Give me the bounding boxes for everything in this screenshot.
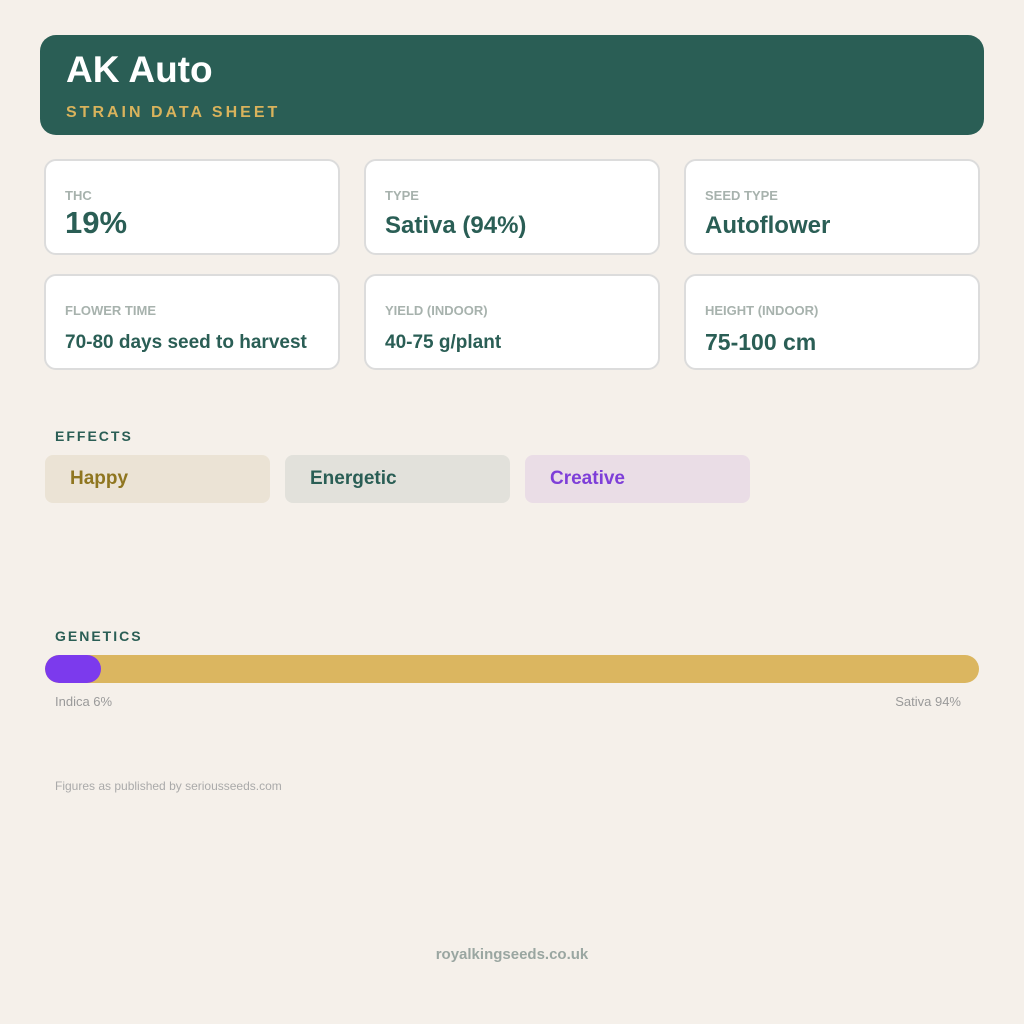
stat-card-type: TYPE Sativa (94%) xyxy=(364,159,660,255)
genetics-heading: GENETICS xyxy=(55,628,143,644)
effect-chip-creative: Creative xyxy=(525,455,750,503)
genetics-bar xyxy=(45,655,979,683)
indica-bar-segment xyxy=(45,655,102,683)
stat-value: Autoflower xyxy=(705,212,831,239)
stat-label: FLOWER TIME xyxy=(65,303,156,318)
stat-label: YIELD (INDOOR) xyxy=(385,303,488,318)
sheet-subtitle: STRAIN DATA SHEET xyxy=(66,104,281,121)
stat-card-height: HEIGHT (INDOOR) 75-100 cm xyxy=(684,274,980,370)
source-note: Figures as published by seriousseeds.com xyxy=(55,779,282,793)
indica-caption: Indica 6% xyxy=(55,694,113,709)
footer-site: royalkingseeds.co.uk xyxy=(435,946,589,963)
stat-label: SEED TYPE xyxy=(705,188,778,203)
stat-value: 70-80 days seed to harvest xyxy=(65,332,307,353)
stat-card-flower-time: FLOWER TIME 70-80 days seed to harvest xyxy=(44,274,340,370)
stat-label: HEIGHT (INDOOR) xyxy=(705,303,819,318)
header-banner: AK Auto STRAIN DATA SHEET xyxy=(40,35,984,135)
stat-value: Sativa (94%) xyxy=(385,212,527,239)
stat-label: THC xyxy=(65,188,92,203)
stat-card-thc: THC 19% xyxy=(44,159,340,255)
stat-label: TYPE xyxy=(385,188,419,203)
stat-value: 19% xyxy=(65,205,128,240)
effect-chip-energetic: Energetic xyxy=(285,455,510,503)
effects-heading: EFFECTS xyxy=(55,428,133,444)
sativa-caption: Sativa 94% xyxy=(895,694,961,709)
effect-chip-happy: Happy xyxy=(45,455,270,503)
stat-card-yield: YIELD (INDOOR) 40-75 g/plant xyxy=(364,274,660,370)
stat-card-seed-type: SEED TYPE Autoflower xyxy=(684,159,980,255)
strain-title: AK Auto xyxy=(66,49,213,90)
stat-value: 75-100 cm xyxy=(705,329,817,355)
stat-value: 40-75 g/plant xyxy=(385,332,502,353)
